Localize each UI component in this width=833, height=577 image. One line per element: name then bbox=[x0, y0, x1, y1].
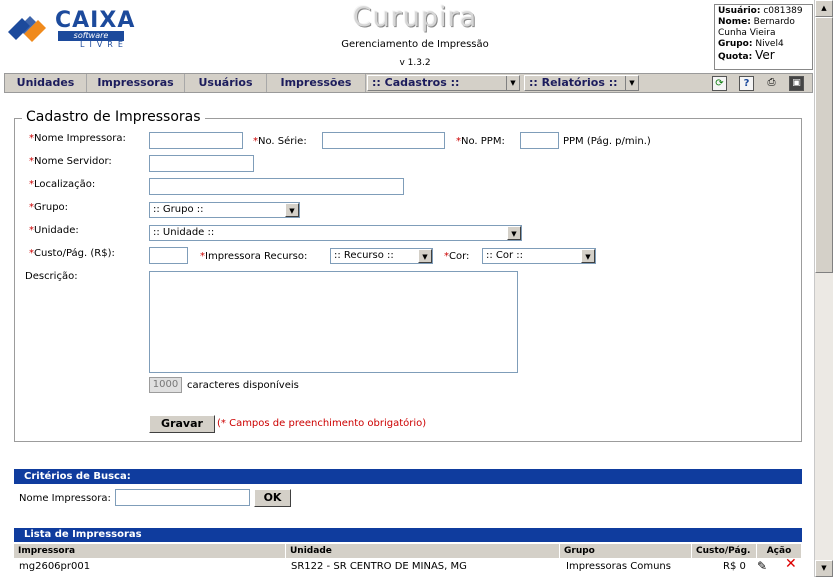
grupo-select-value: :: Grupo :: bbox=[153, 204, 204, 215]
usuario-label: Usuário: bbox=[718, 6, 761, 16]
unidade-label: *Unidade: bbox=[29, 225, 79, 236]
edit-icon[interactable]: ✎ bbox=[757, 559, 767, 573]
unidade-select[interactable]: :: Unidade :: ▼ bbox=[149, 225, 522, 241]
impressora-recurso-label: *Impressora Recurso: bbox=[200, 251, 308, 262]
user-info-box: Usuário: c081389 Nome: Bernardo Cunha Vi… bbox=[714, 4, 813, 70]
row-custo: R$ 0 bbox=[723, 561, 746, 572]
delete-icon[interactable]: ✕ bbox=[785, 557, 797, 571]
no-ppm-label: *No. PPM: bbox=[456, 136, 505, 147]
menu-bar: Unidades Impressoras Usuários Impressões… bbox=[4, 73, 813, 93]
no-ppm-input[interactable] bbox=[520, 132, 559, 149]
usuario-value: c081389 bbox=[763, 6, 803, 16]
menu-cadastros-select[interactable]: :: Cadastros :: ▼ bbox=[367, 75, 520, 91]
cor-select[interactable]: :: Cor :: ▼ bbox=[482, 248, 596, 264]
list-header: Lista de Impressoras bbox=[14, 528, 802, 542]
chevron-down-icon: ▼ bbox=[507, 226, 521, 240]
header: CAIXA software LIVRE Curupira Gerenciame… bbox=[0, 0, 814, 73]
row-impressora: mg2606pr001 bbox=[19, 561, 91, 572]
cor-select-value: :: Cor :: bbox=[486, 250, 524, 261]
descricao-textarea[interactable] bbox=[149, 271, 518, 373]
nome-impressora-input[interactable] bbox=[149, 132, 243, 149]
custo-label: *Custo/Pág. (R$): bbox=[29, 248, 115, 259]
nome-label: Nome: bbox=[718, 17, 751, 27]
descricao-label: Descrição: bbox=[25, 271, 78, 282]
print-icon[interactable]: ⎙ bbox=[764, 76, 779, 91]
localizacao-input[interactable] bbox=[149, 178, 404, 195]
save-icon[interactable]: ▣ bbox=[789, 76, 804, 91]
menu-impressoras[interactable]: Impressoras bbox=[87, 74, 185, 92]
column-custo: Custo/Pág. bbox=[692, 544, 757, 558]
grupo-label: Grupo: bbox=[718, 39, 753, 49]
grupo-label: *Grupo: bbox=[29, 202, 69, 213]
nome-value: Bernardo bbox=[753, 17, 795, 27]
required-note: (* Campos de preenchimento obrigatório) bbox=[217, 418, 427, 429]
logo-text: CAIXA bbox=[55, 8, 136, 33]
menu-usuarios[interactable]: Usuários bbox=[185, 74, 267, 92]
grupo-select[interactable]: :: Grupo :: ▼ bbox=[149, 202, 300, 218]
column-impressora[interactable]: Impressora bbox=[14, 544, 286, 558]
quota-link[interactable]: Ver bbox=[755, 48, 775, 62]
nome-value-continued: Cunha Vieira bbox=[718, 28, 776, 38]
scroll-thumb[interactable] bbox=[815, 17, 833, 273]
relatorios-label: :: Relatórios :: bbox=[529, 76, 618, 89]
nome-impressora-label: *Nome Impressora: bbox=[29, 133, 126, 144]
chevron-down-icon: ▼ bbox=[581, 249, 595, 263]
char-counter-label: caracteres disponíveis bbox=[187, 380, 299, 391]
help-icon[interactable]: ? bbox=[739, 76, 754, 91]
form-title: Cadastro de Impressoras bbox=[22, 109, 205, 125]
search-label: Nome Impressora: bbox=[19, 493, 111, 504]
chevron-down-icon: ▼ bbox=[285, 203, 299, 217]
recurso-select-value: :: Recurso :: bbox=[334, 250, 394, 261]
vertical-scrollbar[interactable]: ▲ ▼ bbox=[814, 0, 833, 577]
search-ok-button[interactable]: OK bbox=[254, 489, 291, 507]
row-grupo: Impressoras Comuns bbox=[566, 561, 671, 572]
cadastros-label: :: Cadastros :: bbox=[372, 76, 460, 89]
row-unidade: SR122 - SR CENTRO DE MINAS, MG bbox=[291, 561, 467, 572]
search-header: Critérios de Busca: bbox=[14, 469, 802, 484]
column-grupo[interactable]: Grupo bbox=[560, 544, 692, 558]
column-unidade[interactable]: Unidade bbox=[286, 544, 560, 558]
logo-livre-text: LIVRE bbox=[80, 40, 128, 49]
refresh-icon[interactable]: ⟳ bbox=[712, 76, 727, 91]
menu-unidades[interactable]: Unidades bbox=[5, 74, 87, 92]
ppm-hint: PPM (Pág. p/min.) bbox=[563, 136, 651, 147]
recurso-select[interactable]: :: Recurso :: ▼ bbox=[330, 248, 433, 264]
no-serie-input[interactable] bbox=[322, 132, 445, 149]
app-subtitle: Gerenciamento de Impressão bbox=[341, 39, 489, 50]
localizacao-label: *Localização: bbox=[29, 179, 96, 190]
search-input[interactable] bbox=[115, 489, 250, 506]
gravar-button[interactable]: Gravar bbox=[149, 415, 215, 433]
chevron-down-icon: ▼ bbox=[506, 76, 519, 90]
nome-servidor-input[interactable] bbox=[149, 155, 254, 172]
scroll-down-icon[interactable]: ▼ bbox=[815, 560, 833, 577]
chevron-down-icon: ▼ bbox=[418, 249, 432, 263]
caixa-logo-icon bbox=[8, 16, 46, 42]
cor-label: *Cor: bbox=[444, 251, 470, 262]
custo-input[interactable] bbox=[149, 247, 188, 264]
scroll-up-icon[interactable]: ▲ bbox=[815, 0, 833, 17]
app-title: Curupira bbox=[352, 2, 478, 33]
nome-servidor-label: *Nome Servidor: bbox=[29, 156, 112, 167]
no-serie-label: *No. Série: bbox=[253, 136, 307, 147]
app-version: v 1.3.2 bbox=[399, 58, 431, 68]
chevron-down-icon: ▼ bbox=[625, 76, 638, 90]
quota-label: Quota: bbox=[718, 52, 753, 62]
menu-relatorios-select[interactable]: :: Relatórios :: ▼ bbox=[524, 75, 639, 91]
menu-impressoes[interactable]: Impressões bbox=[267, 74, 366, 92]
unidade-select-value: :: Unidade :: bbox=[153, 227, 215, 238]
char-counter: 1000 bbox=[149, 377, 182, 393]
